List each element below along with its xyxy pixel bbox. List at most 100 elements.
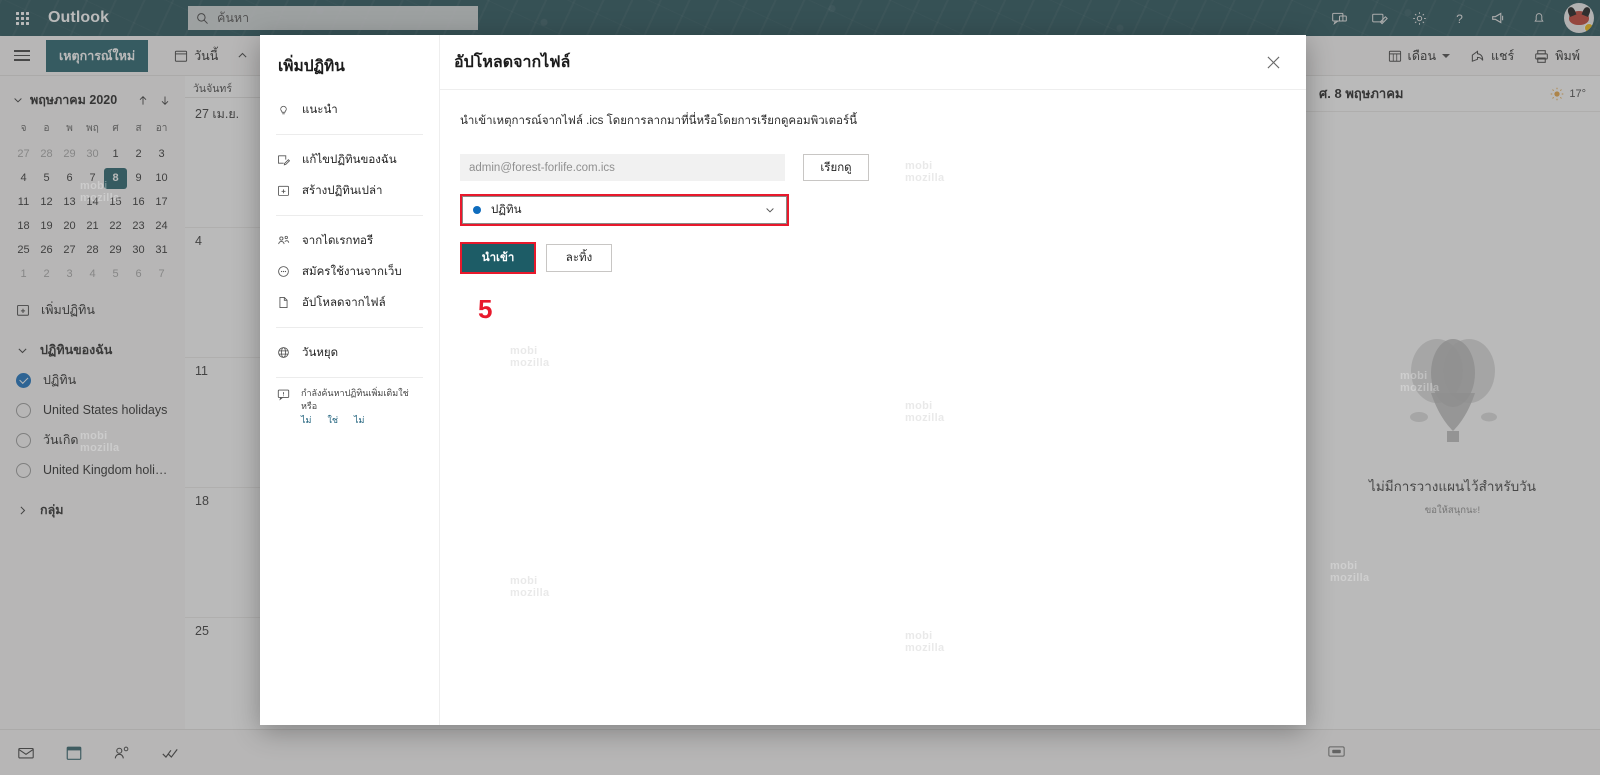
dialog-sidebar-item-4[interactable]: สมัครใช้งานจากเว็บ <box>260 256 439 287</box>
mini-cal-day[interactable]: 30 <box>81 144 104 165</box>
close-icon[interactable] <box>1260 49 1286 75</box>
mini-cal-day[interactable]: 6 <box>127 264 150 285</box>
share-button[interactable]: แชร์ <box>1462 41 1522 71</box>
chevron-down-icon[interactable] <box>12 94 24 106</box>
notification-bell-icon[interactable] <box>1520 0 1558 36</box>
groups-section-header[interactable]: กลุ่ม <box>0 495 185 525</box>
mini-cal-day[interactable]: 27 <box>58 240 81 261</box>
calendar-select[interactable]: ปฏิทิน <box>462 196 787 224</box>
arrow-up-icon[interactable] <box>135 94 151 107</box>
feedback-yes[interactable]: ใช่ <box>327 414 338 427</box>
browse-button[interactable]: เรียกดู <box>803 154 869 181</box>
suite-header-bar: Outlook ค้นหา ? <box>0 0 1600 36</box>
mini-cal-day[interactable]: 10 <box>150 168 173 189</box>
keyboard-icon[interactable] <box>1328 745 1345 763</box>
mini-cal-day[interactable]: 26 <box>35 240 58 261</box>
mini-cal-day-today[interactable]: 8 <box>104 168 127 189</box>
import-button[interactable]: นำเข้า <box>462 244 534 272</box>
view-month-button[interactable]: เดือน <box>1380 41 1458 71</box>
dialog-sidebar-item-1[interactable]: แก้ไขปฏิทินของฉัน <box>260 144 439 175</box>
mini-cal-dow-5: ส <box>135 123 142 134</box>
checkbox-unchecked-icon[interactable] <box>16 462 31 478</box>
hamburger-menu-icon[interactable] <box>0 50 44 61</box>
mini-cal-day[interactable]: 4 <box>81 264 104 285</box>
print-button[interactable]: พิมพ์ <box>1526 41 1588 71</box>
mini-cal-day[interactable]: 5 <box>104 264 127 285</box>
calendar-list-item[interactable]: ปฏิทิน <box>0 365 185 395</box>
mini-cal-day[interactable]: 24 <box>150 216 173 237</box>
mini-cal-day[interactable]: 30 <box>127 240 150 261</box>
mini-cal-day[interactable]: 27 <box>12 144 35 165</box>
feedback-megaphone-icon[interactable] <box>1480 0 1518 36</box>
mini-cal-day[interactable]: 7 <box>81 168 104 189</box>
mini-cal-day[interactable]: 29 <box>58 144 81 165</box>
new-event-button[interactable]: เหตุการณ์ใหม่ <box>46 39 149 72</box>
dialog-sidebar-item-6[interactable]: วันหยุด <box>260 337 439 368</box>
my-calendars-section-header[interactable]: ปฏิทินของฉัน <box>0 335 185 365</box>
teams-chat-icon[interactable] <box>1320 0 1358 36</box>
arrow-down-icon[interactable] <box>157 94 173 107</box>
mini-cal-day[interactable]: 3 <box>58 264 81 285</box>
checkbox-unchecked-icon[interactable] <box>16 432 31 448</box>
help-question-icon[interactable]: ? <box>1440 0 1478 36</box>
mini-cal-day[interactable]: 25 <box>12 240 35 261</box>
mini-cal-day[interactable]: 5 <box>35 168 58 189</box>
mini-cal-day[interactable]: 29 <box>104 240 127 261</box>
mini-cal-day[interactable]: 1 <box>12 264 35 285</box>
checkbox-unchecked-icon[interactable] <box>16 402 31 418</box>
dialog-sidebar-item-5[interactable]: อัปโหลดจากไฟล์ <box>260 287 439 318</box>
mini-cal-day[interactable]: 9 <box>127 168 150 189</box>
dialog-sidebar-item-0[interactable]: แนะนำ <box>260 94 439 125</box>
search-input[interactable]: ค้นหา <box>188 6 478 30</box>
today-button[interactable]: วันนี้ <box>166 41 226 71</box>
calendar-list-item[interactable]: วันเกิด <box>0 425 185 455</box>
settings-gear-icon[interactable] <box>1400 0 1438 36</box>
calendar-icon[interactable] <box>62 741 86 765</box>
mini-cal-day[interactable]: 22 <box>104 216 127 237</box>
mini-cal-day[interactable]: 4 <box>12 168 35 189</box>
mini-cal-day[interactable]: 11 <box>12 192 35 213</box>
mini-cal-day[interactable]: 21 <box>81 216 104 237</box>
mini-cal-day[interactable]: 18 <box>12 216 35 237</box>
mini-cal-day[interactable]: 28 <box>35 144 58 165</box>
discard-button[interactable]: ละทิ้ง <box>546 244 612 272</box>
mini-cal-day[interactable]: 15 <box>104 192 127 213</box>
people-icon[interactable] <box>110 741 134 765</box>
brand-label[interactable]: Outlook <box>44 9 109 27</box>
mini-cal-day[interactable]: 23 <box>127 216 150 237</box>
mini-cal-day[interactable]: 2 <box>35 264 58 285</box>
mini-cal-day[interactable]: 28 <box>81 240 104 261</box>
tasks-icon[interactable] <box>158 741 182 765</box>
mini-cal-day[interactable]: 6 <box>58 168 81 189</box>
calendar-list-item-label: วันเกิด <box>43 433 79 447</box>
mini-cal-day[interactable]: 3 <box>150 144 173 165</box>
mini-cal-day[interactable]: 13 <box>58 192 81 213</box>
feedback-no-2[interactable]: ไม่ <box>354 414 364 427</box>
mini-cal-day[interactable]: 16 <box>127 192 150 213</box>
command-bar-left-group: วันนี้ <box>166 41 257 71</box>
mini-calendar-dow-row: จ อ พ พฤ ศ ส อา <box>12 120 173 138</box>
mini-cal-day[interactable]: 17 <box>150 192 173 213</box>
compose-icon[interactable] <box>1360 0 1398 36</box>
mini-cal-day[interactable]: 20 <box>58 216 81 237</box>
calendar-list-item[interactable]: United States holidays <box>0 395 185 425</box>
calendar-list-item[interactable]: United Kingdom holid... <box>0 455 185 485</box>
search-container[interactable]: ค้นหา <box>188 6 478 30</box>
dialog-sidebar-item-2[interactable]: สร้างปฏิทินเปล่า <box>260 175 439 206</box>
prev-period-button[interactable] <box>228 44 257 67</box>
file-path-input[interactable]: admin@forest-forlife.com.ics <box>460 154 785 181</box>
mini-cal-day[interactable]: 1 <box>104 144 127 165</box>
mini-cal-day[interactable]: 19 <box>35 216 58 237</box>
checkbox-checked-icon[interactable] <box>16 372 31 388</box>
mail-icon[interactable] <box>14 741 38 765</box>
avatar[interactable] <box>1564 3 1594 33</box>
mini-cal-day[interactable]: 14 <box>81 192 104 213</box>
mini-cal-day[interactable]: 2 <box>127 144 150 165</box>
feedback-no-1[interactable]: ไม่ <box>301 414 311 427</box>
mini-cal-day[interactable]: 31 <box>150 240 173 261</box>
app-launcher-icon[interactable] <box>0 0 44 36</box>
dialog-sidebar-item-3[interactable]: จากไดเรกทอรี <box>260 225 439 256</box>
add-calendar-rail-item[interactable]: เพิ่มปฏิทิน <box>0 295 185 325</box>
mini-cal-day[interactable]: 12 <box>35 192 58 213</box>
mini-cal-day[interactable]: 7 <box>150 264 173 285</box>
